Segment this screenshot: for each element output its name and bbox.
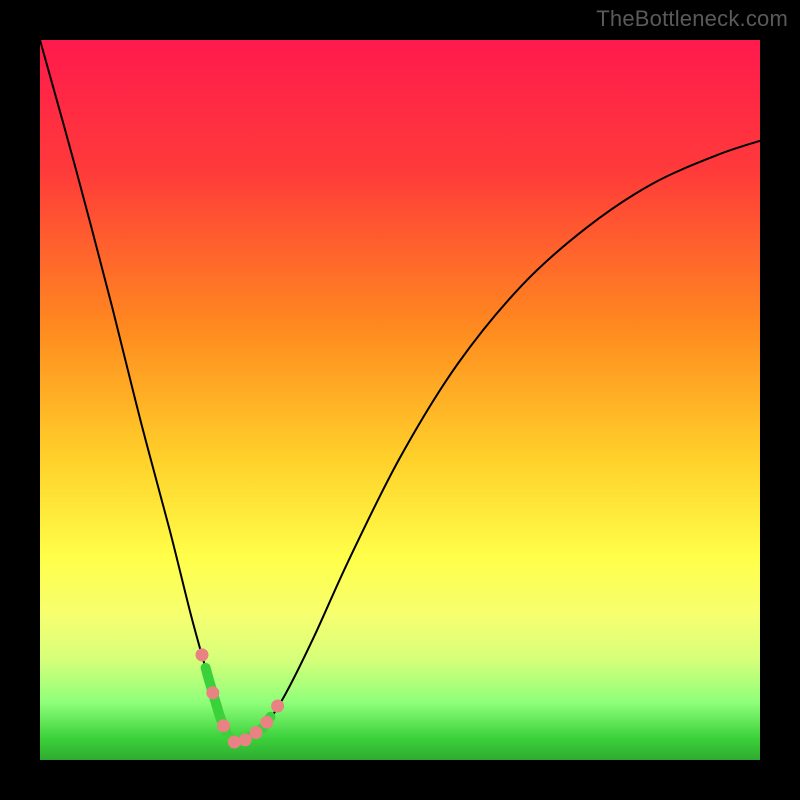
- marker-dots: [196, 648, 285, 748]
- marker-dot: [196, 648, 209, 661]
- plot-area: [40, 40, 760, 760]
- marker-dot: [206, 686, 219, 699]
- marker-dot: [239, 733, 252, 746]
- marker-dot: [250, 726, 263, 739]
- marker-dot: [260, 716, 273, 729]
- watermark-text: TheBottleneck.com: [596, 6, 788, 32]
- marker-dot: [217, 719, 230, 732]
- marker-dot: [271, 700, 284, 713]
- curve-layer: [40, 40, 760, 760]
- chart-frame: TheBottleneck.com: [0, 0, 800, 800]
- bottleneck-curve: [40, 40, 760, 742]
- marker-dot: [228, 736, 241, 749]
